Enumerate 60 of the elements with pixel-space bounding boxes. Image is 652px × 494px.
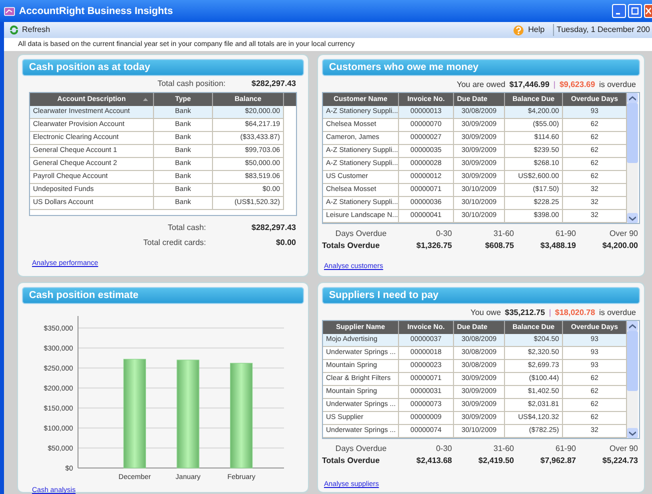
totals-label: Totals Overdue bbox=[322, 455, 381, 467]
total-value: $2,419.50 bbox=[477, 455, 514, 467]
aging-header: Over 90 bbox=[608, 443, 638, 455]
scroll-thumb[interactable] bbox=[627, 331, 638, 391]
overdue-amount: $18,020.78 bbox=[555, 307, 596, 319]
scroll-up-icon[interactable] bbox=[627, 93, 638, 103]
summary-suffix: is overdue bbox=[599, 79, 636, 91]
total-value: $3,488.19 bbox=[539, 240, 576, 252]
scroll-up-icon[interactable] bbox=[627, 321, 638, 331]
panel-header: Cash position estimate bbox=[22, 287, 304, 304]
overdue-amount: $9,623.69 bbox=[559, 79, 596, 91]
sort-icon bbox=[143, 98, 148, 102]
owed-amount: $17,446.99 bbox=[509, 79, 550, 91]
total-label: Total credit cards: bbox=[142, 237, 206, 249]
scroll-down-icon[interactable] bbox=[627, 213, 638, 223]
total-cash-value: $282,297.43 bbox=[252, 78, 296, 90]
scrollbar[interactable] bbox=[627, 93, 638, 223]
summary-separator: | bbox=[548, 307, 552, 319]
total-value: $4,200.00 bbox=[601, 240, 638, 252]
panel-header: Customers who owe me money bbox=[322, 59, 640, 76]
total-value: $2,413.68 bbox=[415, 455, 452, 467]
help-button[interactable]: Help bbox=[528, 24, 549, 36]
aging-header: 61-90 bbox=[554, 443, 576, 455]
owed-amount: $35,212.75 bbox=[504, 307, 545, 319]
summary-label: You are owed bbox=[456, 79, 506, 91]
close-icon bbox=[645, 7, 651, 15]
refresh-button[interactable]: Refresh bbox=[6, 24, 54, 36]
minimize-button[interactable] bbox=[612, 4, 626, 18]
scroll-down-icon[interactable] bbox=[627, 428, 638, 438]
aging-header: 31-60 bbox=[492, 443, 514, 455]
app-icon bbox=[4, 6, 15, 16]
total-value: $608.75 bbox=[484, 240, 514, 252]
total-value: $0.00 bbox=[274, 237, 296, 249]
aging-header: Over 90 bbox=[608, 228, 638, 240]
aging-header: 61-90 bbox=[554, 228, 576, 240]
aging-header: 0-30 bbox=[434, 228, 452, 240]
total-cash-label: Total cash position: bbox=[157, 78, 226, 90]
totals-label: Totals Overdue bbox=[322, 240, 381, 252]
window-title: AccountRight Business Insights bbox=[19, 4, 173, 18]
total-label: Total cash: bbox=[166, 222, 206, 234]
maximize-icon bbox=[631, 7, 639, 15]
date-label: Tuesday, 1 December 200 bbox=[552, 24, 650, 36]
panel-header: Cash position as at today bbox=[22, 59, 304, 76]
total-value: $5,224.73 bbox=[601, 455, 638, 467]
aging-header: 31-60 bbox=[492, 228, 514, 240]
panel-header: Suppliers I need to pay bbox=[322, 287, 640, 304]
aging-header: Days Overdue bbox=[334, 228, 388, 240]
close-button[interactable] bbox=[644, 4, 652, 18]
aging-header: Days Overdue bbox=[334, 443, 388, 455]
summary-suffix: is overdue bbox=[599, 307, 636, 319]
summary-label: You owe bbox=[470, 307, 501, 319]
total-value: $1,326.75 bbox=[415, 240, 452, 252]
refresh-icon bbox=[9, 25, 19, 35]
scrollbar[interactable] bbox=[627, 321, 638, 438]
total-value: $282,297.43 bbox=[250, 222, 296, 234]
aging-header: 0-30 bbox=[434, 443, 452, 455]
scroll-thumb[interactable] bbox=[627, 103, 638, 163]
maximize-button[interactable] bbox=[628, 4, 642, 18]
summary-separator: | bbox=[553, 79, 556, 91]
total-value: $7,962.87 bbox=[539, 455, 576, 467]
